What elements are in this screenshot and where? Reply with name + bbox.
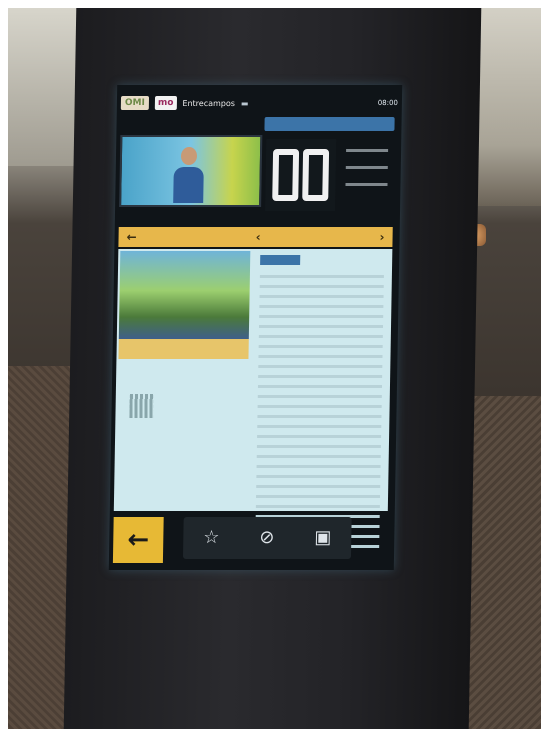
book-icon [272,149,330,201]
kiosk-screen: OMI mo Entrecampos ▬ 08:00 ← ‹ › ← ☆ ⊘ ▣ [108,85,403,570]
ceiling-left [8,6,78,166]
screen-footer: ← ☆ ⊘ ▣ [112,517,391,563]
qr-code [129,394,154,418]
book-tile[interactable] [265,139,337,211]
signal-icon: ▬ [240,98,249,108]
dock-item-explore[interactable]: ⊘ [259,527,275,548]
logo-omi: OMI [120,96,150,110]
pager-next-icon[interactable]: › [380,230,385,244]
presenter-figure [173,147,204,203]
dock-item-favorites[interactable]: ☆ [203,527,220,548]
article-text [255,275,384,555]
article-image[interactable] [118,251,251,339]
content-panel [113,249,393,548]
compass-icon: ⊘ [259,527,275,548]
blue-header-button[interactable] [264,117,395,131]
pager-back-arrow-icon[interactable]: ← [126,230,136,244]
logo-mo: mo [154,96,177,110]
pager-bar: ← ‹ › [118,227,393,247]
pager-prev-icon[interactable]: ‹ [256,230,261,244]
star-icon: ☆ [203,527,220,548]
location-title: Entrecampos [182,98,236,108]
bus-icon: ▣ [314,527,332,548]
side-info-panel [341,135,393,225]
clock: 08:00 [377,99,398,107]
screen-topbar: OMI mo Entrecampos ▬ 08:00 [120,89,398,117]
date-tag [260,255,301,265]
dock: ☆ ⊘ ▣ [182,517,352,559]
back-button[interactable]: ← [112,517,164,563]
article-caption-bar [118,339,249,359]
video-tile[interactable] [119,135,263,207]
dock-item-transport[interactable]: ▣ [314,527,332,548]
